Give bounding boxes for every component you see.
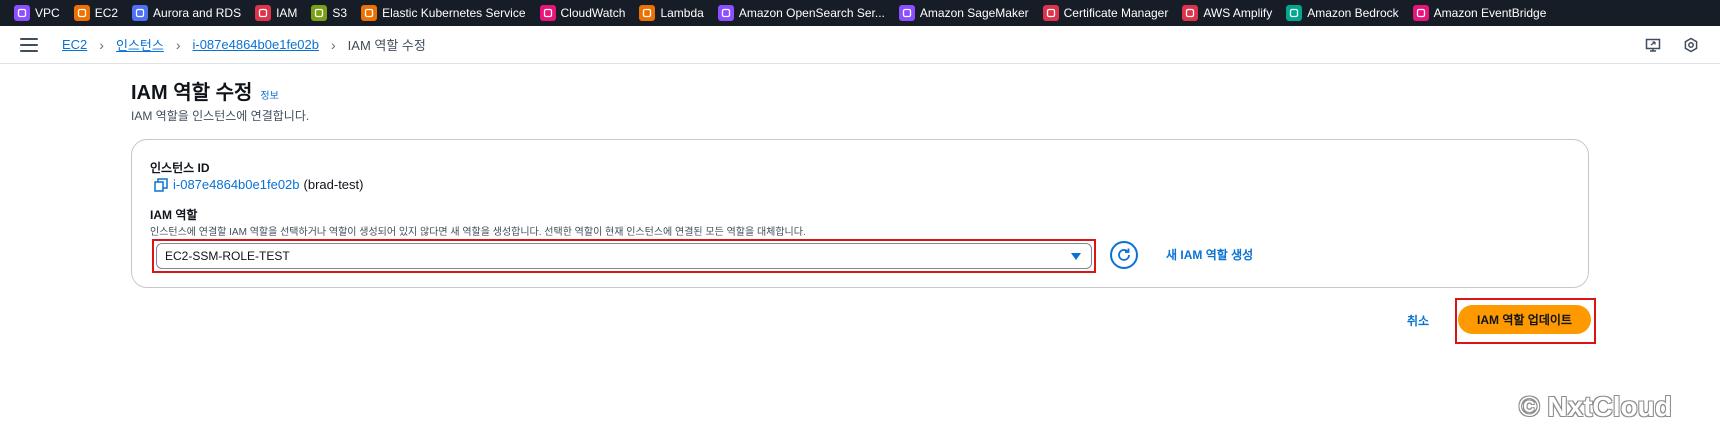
favorite-label: Lambda (660, 6, 704, 20)
favorite-sagemaker[interactable]: Amazon SageMaker (898, 0, 1029, 26)
vpc-icon (14, 5, 30, 21)
watermark: © NxtCloud (1519, 391, 1672, 422)
lambda-icon (639, 5, 656, 21)
iam-role-select[interactable]: EC2-SSM-ROLE-TEST (156, 243, 1092, 269)
refresh-button[interactable] (1110, 241, 1138, 269)
favorite-label: Amazon Bedrock (1307, 6, 1399, 20)
hamburger-menu-icon[interactable] (20, 37, 38, 52)
eventbridge-icon (1412, 5, 1429, 21)
instance-id-link[interactable]: i-087e4864b0e1fe02b (173, 177, 300, 192)
iam-icon (255, 5, 272, 21)
favorite-ec2[interactable]: EC2 (73, 0, 119, 26)
iam-role-description: 인스턴스에 연결할 IAM 역할을 선택하거나 역할이 생성되어 있지 않다면 … (150, 227, 806, 238)
favorite-cloudwatch[interactable]: CloudWatch (539, 0, 626, 26)
favorite-amplify[interactable]: AWS Amplify (1182, 0, 1272, 26)
opensearch-icon (717, 5, 734, 21)
favorite-label: Certificate Manager (1063, 6, 1169, 20)
favorite-opensearch[interactable]: Amazon OpenSearch Ser... (717, 0, 885, 26)
favorite-label: Aurora and RDS (153, 6, 242, 20)
breadcrumb-item-instance-id[interactable]: i-087e4864b0e1fe02b (192, 37, 319, 52)
favorite-label: CloudWatch (560, 6, 626, 20)
breadcrumb-current: IAM 역할 수정 (347, 38, 426, 53)
favorite-label: Elastic Kubernetes Service (382, 6, 526, 20)
favorite-label: Amazon OpenSearch Ser... (738, 6, 885, 20)
favorite-lambda[interactable]: Lambda (639, 0, 704, 26)
page-header: IAM 역할 수정 정보 (131, 76, 279, 105)
update-iam-role-button[interactable]: IAM 역할 업데이트 (1458, 305, 1591, 334)
amplify-icon (1182, 5, 1199, 21)
chevron-right-icon: › (331, 36, 336, 53)
favorite-label: AWS Amplify (1203, 6, 1273, 20)
ec2-icon (73, 5, 90, 21)
settings-hexagon-icon[interactable] (1682, 36, 1700, 54)
chevron-right-icon: › (175, 36, 181, 53)
s3-icon (311, 5, 328, 21)
favorite-rds[interactable]: Aurora and RDS (132, 0, 241, 26)
caret-down-icon (1071, 252, 1081, 260)
breadcrumb-item-instances[interactable]: 인스턴스 (116, 35, 164, 54)
favorite-iam[interactable]: IAM (255, 0, 297, 26)
favorite-label: EC2 (94, 6, 119, 20)
refresh-icon (1118, 248, 1130, 261)
page-title: IAM 역할 수정 (131, 82, 253, 104)
instance-id-value: i-087e4864b0e1fe02b (brad-test) (154, 177, 363, 192)
eks-icon (361, 5, 378, 21)
copy-icon[interactable] (154, 177, 168, 192)
iam-role-label: IAM 역할 (150, 208, 198, 222)
instance-name: (brad-test) (303, 177, 364, 192)
instance-id-label: 인스턴스 ID (150, 161, 210, 175)
favorite-certificate[interactable]: Certificate Manager (1042, 0, 1169, 26)
cloudwatch-icon (539, 5, 556, 21)
favorite-label: Amazon EventBridge (1433, 6, 1547, 20)
chevron-right-icon: › (99, 36, 104, 53)
favorite-label: Amazon SageMaker (919, 6, 1029, 20)
favorites-bar: VPC EC2 Aurora and RDS IAM S3 Elastic Kuberne… (0, 0, 1720, 26)
form-container: 인스턴스 ID i-087e4864b0e1fe02b (brad-test) … (131, 139, 1589, 288)
iam-role-selected-value: EC2-SSM-ROLE-TEST (165, 249, 290, 263)
favorite-s3[interactable]: S3 (311, 0, 347, 26)
bedrock-icon (1286, 5, 1303, 21)
favorite-label: IAM (276, 6, 298, 20)
favorite-eks[interactable]: Elastic Kubernetes Service (361, 0, 526, 26)
highlight-frame-select: EC2-SSM-ROLE-TEST (152, 239, 1096, 273)
favorite-vpc[interactable]: VPC (14, 0, 60, 26)
favorite-bedrock[interactable]: Amazon Bedrock (1286, 0, 1399, 26)
page-description: IAM 역할을 인스턴스에 연결합니다. (131, 109, 310, 123)
certificate-icon (1042, 5, 1059, 21)
breadcrumb-bar: EC2 › 인스턴스 › i-087e4864b0e1fe02b › IAM 역… (0, 26, 1720, 64)
screen-share-icon[interactable] (1644, 36, 1662, 54)
create-iam-role-link[interactable]: 새 IAM 역할 생성 (1166, 246, 1253, 263)
favorite-label: VPC (35, 6, 60, 20)
breadcrumb-item-ec2[interactable]: EC2 (62, 37, 87, 52)
sagemaker-icon (898, 5, 915, 21)
favorite-label: S3 (332, 6, 348, 20)
info-link[interactable]: 정보 (260, 87, 278, 102)
rds-icon (132, 5, 149, 21)
cancel-button[interactable]: 취소 (1407, 312, 1429, 329)
favorite-eventbridge[interactable]: Amazon EventBridge (1412, 0, 1547, 26)
